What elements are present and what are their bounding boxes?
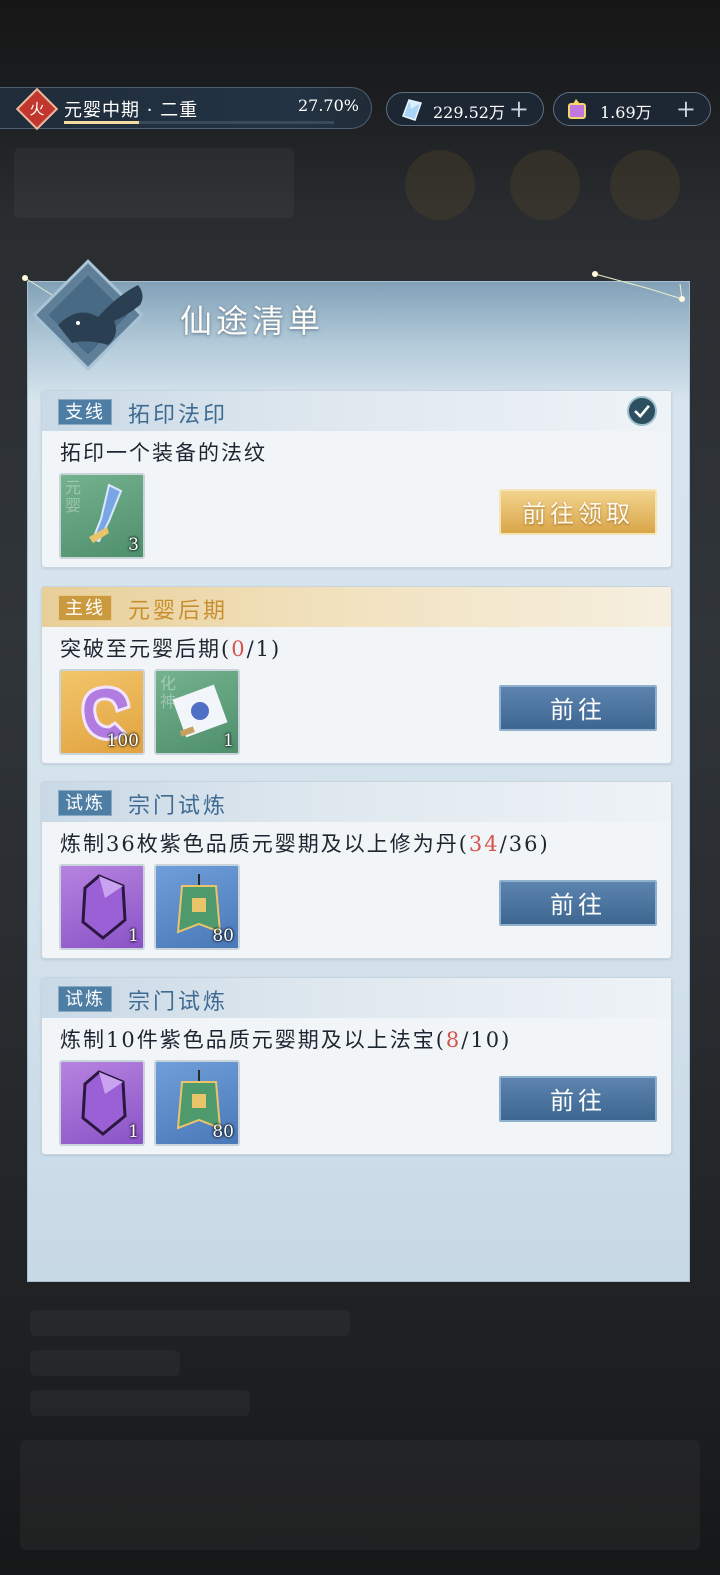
realm-progress-text: 27.70% [297,96,359,115]
background-decoration [610,150,680,220]
task-header: 试炼 宗门试炼 [42,782,671,822]
background-decoration [30,1390,250,1416]
item-count: 1 [128,926,139,946]
go-button[interactable]: 前往 [499,880,657,926]
background-decoration [14,148,294,218]
reward-item[interactable]: 80 [154,1060,240,1146]
fire-element-badge: 火 [15,87,59,131]
gem-icon [402,99,422,121]
fox-emblem-icon [32,259,144,371]
task-title: 宗门试炼 [128,794,229,819]
realm-progress-bar[interactable]: 火 元婴中期 · 二重 27.70% [0,87,372,131]
realm-progress-track [64,121,334,124]
background-decoration [30,1350,180,1376]
gem-add-icon[interactable]: + [509,93,529,125]
reward-item[interactable]: 化神 1 [154,669,240,755]
background-decoration [510,150,580,220]
task-header: 主线 元婴后期 [42,587,671,627]
task-header: 支线 拓印法印 [42,391,671,431]
background-decoration [20,1440,700,1550]
task-title: 拓印法印 [128,403,229,428]
task-progress-current: 0 [231,637,247,661]
task-card: 支线 拓印法印 拓印一个装备的法纹 元婴 3 前往领取 [41,390,672,568]
gem-currency: 229.52万 + [386,92,544,126]
task-description: 突破至元婴后期(0/1) [60,637,282,661]
task-header: 试炼 宗门试炼 [42,978,671,1018]
reward-item[interactable]: 100 [59,669,145,755]
constellation-decoration [592,271,685,302]
gold-currency: 1.69万 + [553,92,711,126]
task-card: 试炼 宗门试炼 炼制36枚紫色品质元婴期及以上修为丹(34/36) 1 80 前… [41,781,672,959]
task-description: 炼制36枚紫色品质元婴期及以上修为丹(34/36) [60,832,550,856]
item-count: 80 [212,1122,234,1142]
task-description: 拓印一个装备的法纹 [60,441,267,465]
task-progress-current: 8 [445,1028,462,1052]
background-decoration [405,150,475,220]
reward-item[interactable]: 1 [59,864,145,950]
gold-amount: 1.69万 [600,103,652,122]
go-button[interactable]: 前往 [499,1076,657,1122]
realm-progress-fill [64,121,139,124]
go-button[interactable]: 前往 [499,685,657,731]
task-progress-current: 34 [468,832,500,856]
reward-item[interactable]: 元婴 3 [59,473,145,559]
task-tag: 主线 [58,595,112,621]
task-tag: 试炼 [58,986,112,1012]
item-count: 100 [106,731,139,751]
panel-title: 仙途清单 [180,302,325,340]
completed-check-icon [627,396,657,426]
item-count: 1 [128,1122,139,1142]
gold-ingot-icon [568,99,586,119]
item-count: 80 [212,926,234,946]
task-tag: 试炼 [58,790,112,816]
reward-item[interactable]: 1 [59,1060,145,1146]
gem-amount: 229.52万 [433,103,505,122]
task-title: 宗门试炼 [128,990,229,1015]
background-decoration [30,1310,350,1336]
realm-name: 元婴中期 · 二重 [64,100,199,121]
reward-item[interactable]: 80 [154,864,240,950]
task-card: 主线 元婴后期 突破至元婴后期(0/1) 100 化神 1 前往 [41,586,672,764]
task-tag: 支线 [58,399,112,425]
item-count: 1 [223,731,234,751]
task-card: 试炼 宗门试炼 炼制10件紫色品质元婴期及以上法宝(8/10) 1 80 前往 [41,977,672,1155]
item-count: 3 [128,535,139,555]
task-description: 炼制10件紫色品质元婴期及以上法宝(8/10) [60,1028,512,1052]
gold-add-icon[interactable]: + [676,93,696,125]
task-title: 元婴后期 [128,599,229,624]
go-claim-button[interactable]: 前往领取 [499,489,657,535]
